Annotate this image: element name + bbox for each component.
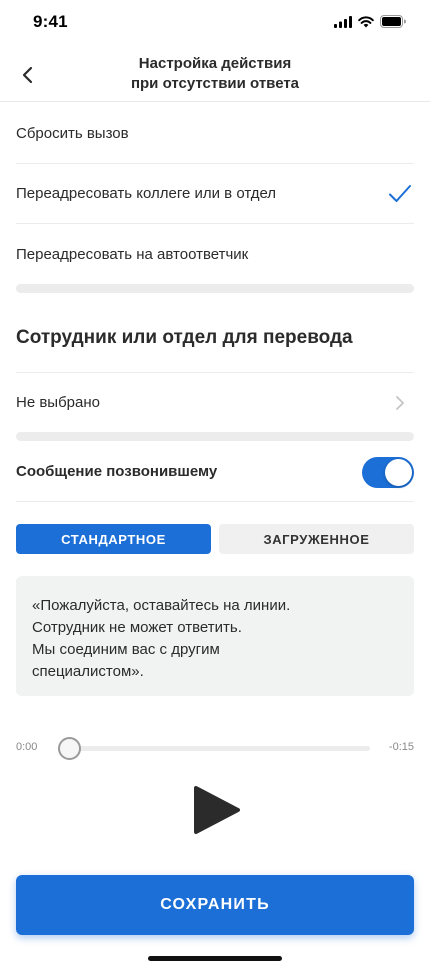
play-icon[interactable] (188, 782, 244, 838)
tab-uploaded[interactable]: ЗАГРУЖЕННОЕ (219, 524, 414, 554)
caller-message-toggle[interactable] (362, 457, 414, 488)
message-text-box: «Пожалуйста, оставайтесь на линии. Сотру… (16, 576, 414, 696)
option-forward-colleague[interactable]: Переадресовать коллеге или в отдел (16, 164, 414, 224)
chevron-left-icon (22, 66, 33, 84)
message-line: «Пожалуйста, оставайтесь на линии. (32, 597, 291, 614)
elapsed-time: 0:00 (16, 741, 38, 753)
page-title-line2: при отсутствии ответа (130, 75, 300, 92)
caller-message-row: Сообщение позвонившему (16, 442, 414, 502)
progress-track[interactable] (70, 746, 370, 751)
option-label: Переадресовать коллеге или в отдел (16, 185, 277, 202)
section-separator (16, 432, 414, 441)
status-time: 9:41 (33, 12, 68, 31)
page-title: Настройка действия при отсутствии ответа (70, 54, 360, 94)
wifi-icon (358, 15, 374, 27)
header: Настройка действия при отсутствии ответа (0, 46, 430, 102)
transfer-target-select[interactable]: Не выбрано (16, 372, 414, 432)
option-reset-call[interactable]: Сбросить вызов (16, 104, 414, 164)
checkmark-icon (389, 185, 411, 202)
save-button[interactable]: СОХРАНИТЬ (16, 875, 414, 935)
option-label: Переадресовать на автоответчик (16, 245, 249, 263)
option-label: Сбросить вызов (16, 125, 129, 142)
signal-icon (334, 15, 352, 28)
toggle-knob (385, 459, 412, 486)
back-button[interactable] (12, 60, 42, 90)
status-bar: 9:41 (0, 0, 430, 46)
chevron-right-icon (396, 396, 404, 410)
page-title-line1: Настройка действия (138, 55, 292, 72)
message-line: специалистом». (32, 663, 144, 680)
section-title-transfer: Сотрудник или отдел для перевода (16, 327, 353, 348)
option-forward-voicemail[interactable]: Переадресовать на автоответчик (16, 224, 414, 284)
remaining-time: -0:15 (388, 741, 414, 753)
audio-player: 0:00 -0:15 (16, 734, 414, 762)
message-line: Мы соединим вас с другим (32, 641, 220, 658)
tab-standard[interactable]: СТАНДАРТНОЕ (16, 524, 211, 554)
progress-thumb[interactable] (58, 737, 81, 760)
message-line: Сотрудник не может ответить. (32, 619, 242, 636)
battery-icon (380, 15, 406, 28)
home-indicator (148, 956, 282, 961)
section-separator (16, 284, 414, 293)
caller-message-label: Сообщение позвонившему (16, 463, 218, 480)
status-icons (334, 15, 406, 28)
transfer-target-value: Не выбрано (16, 394, 100, 411)
